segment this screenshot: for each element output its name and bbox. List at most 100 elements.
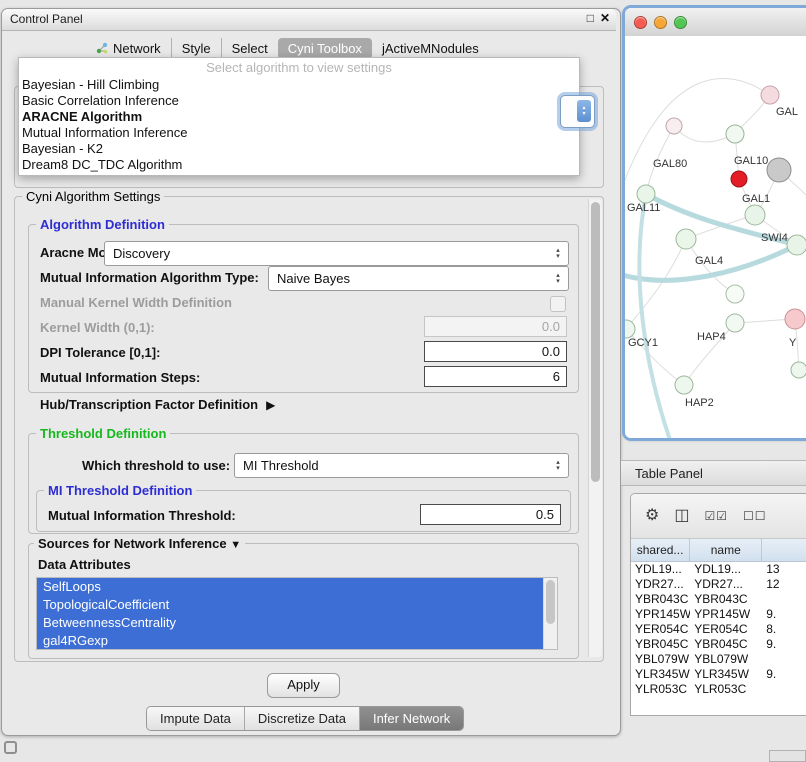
table-row[interactable]: YDR27...YDR27...12 bbox=[631, 577, 806, 592]
table-cell: YLR345W bbox=[631, 667, 690, 682]
node-label-swi4: SWI4 bbox=[761, 232, 788, 244]
network-titlebar[interactable] bbox=[625, 8, 806, 37]
mi-type-select[interactable]: Naive Bayes ▴▾ bbox=[268, 266, 569, 291]
table-cell: YLR053C bbox=[690, 682, 762, 697]
network-node[interactable] bbox=[726, 285, 744, 303]
tab-jactivemnodules[interactable]: jActiveMNodules bbox=[372, 38, 489, 59]
combo-arrows-icon: ▴▾ bbox=[550, 248, 568, 260]
triangle-down-icon: ▼ bbox=[230, 539, 241, 551]
combo-arrows-icon: ▴▾ bbox=[550, 273, 568, 285]
attribute-scrollbar-thumb[interactable] bbox=[546, 580, 555, 624]
attribute-scrollbar-track[interactable] bbox=[543, 578, 557, 649]
algorithm-option-aracne-algorithm[interactable]: ARACNE Algorithm bbox=[19, 109, 579, 125]
algorithm-option-basic-correlation-inference[interactable]: Basic Correlation Inference bbox=[19, 93, 579, 109]
network-edge bbox=[625, 78, 770, 196]
tab-network[interactable]: Network bbox=[86, 38, 171, 59]
table-cell: YDR27... bbox=[631, 577, 690, 592]
table-header-row: shared...name bbox=[631, 539, 806, 562]
network-node[interactable] bbox=[791, 362, 806, 378]
algorithm-option-bayesian-hill-climbing[interactable]: Bayesian - Hill Climbing bbox=[19, 77, 579, 93]
settings-scrollbar-track[interactable] bbox=[588, 199, 602, 657]
mi-type-value: Naive Bayes bbox=[269, 271, 550, 286]
collapsed-panel-icon[interactable] bbox=[4, 741, 17, 754]
select-all-checks-icon[interactable]: ☑☑ bbox=[704, 508, 728, 524]
table-cell: YDR27... bbox=[690, 577, 762, 592]
scrollbar-corner[interactable] bbox=[769, 750, 806, 762]
mi-steps-field[interactable] bbox=[424, 366, 567, 387]
network-node[interactable] bbox=[785, 309, 805, 329]
attribute-list-items: SelfLoopsTopologicalCoefficientBetweenne… bbox=[37, 578, 557, 650]
tab-label: Cyni Toolbox bbox=[288, 41, 362, 56]
network-edge bbox=[639, 194, 670, 438]
column-header-2[interactable]: name bbox=[690, 539, 762, 561]
algorithm-dropdown-popup: Select algorithm to view settings Bayesi… bbox=[18, 57, 580, 176]
minimize-icon[interactable]: □ bbox=[587, 11, 594, 25]
table-row[interactable]: YBR043CYBR043C bbox=[631, 592, 806, 607]
column-header-1[interactable]: shared... bbox=[631, 539, 690, 561]
bottom-tab-infer-network[interactable]: Infer Network bbox=[359, 707, 463, 730]
table-rows: YDL19...YDL19...13YDR27...YDR27...12YBR0… bbox=[631, 562, 806, 697]
show-columns-icon[interactable]: ◫ bbox=[674, 508, 689, 524]
tab-style[interactable]: Style bbox=[171, 38, 221, 59]
apply-button[interactable]: Apply bbox=[267, 673, 340, 698]
bottom-tab-impute-data[interactable]: Impute Data bbox=[147, 707, 244, 730]
network-node[interactable] bbox=[625, 320, 635, 338]
sources-toggle[interactable]: Sources for Network Inference ▼ bbox=[34, 536, 245, 551]
algorithm-option-bayesian-k2[interactable]: Bayesian - K2 bbox=[19, 141, 579, 157]
network-node[interactable] bbox=[726, 314, 744, 332]
network-node[interactable] bbox=[666, 118, 682, 134]
network-node[interactable] bbox=[787, 235, 806, 255]
triangle-right-icon: ▶ bbox=[266, 398, 275, 412]
table-row[interactable]: YBL079WYBL079W bbox=[631, 652, 806, 667]
minimize-button[interactable] bbox=[654, 16, 667, 29]
close-button[interactable] bbox=[634, 16, 647, 29]
network-node[interactable] bbox=[745, 205, 765, 225]
hub-section-toggle[interactable]: Hub/Transcription Factor Definition ▶ bbox=[40, 397, 275, 412]
bottom-tab-discretize-data[interactable]: Discretize Data bbox=[244, 707, 359, 730]
attribute-item-gal4rgexp[interactable]: gal4RGexp bbox=[37, 632, 549, 650]
mi-threshold-field[interactable] bbox=[420, 504, 561, 525]
network-node[interactable] bbox=[676, 229, 696, 249]
network-node[interactable] bbox=[767, 158, 791, 182]
table-cell bbox=[762, 652, 806, 667]
settings-scrollbar-thumb[interactable] bbox=[591, 202, 600, 482]
algorithm-popup-list: Bayesian - Hill ClimbingBasic Correlatio… bbox=[19, 77, 579, 173]
table-row[interactable]: YER054CYER054C8. bbox=[631, 622, 806, 637]
kernel-width-label: Kernel Width (0,1): bbox=[40, 320, 155, 335]
network-node[interactable] bbox=[726, 125, 744, 143]
tab-select[interactable]: Select bbox=[221, 38, 278, 59]
algorithm-combo-fragment[interactable]: ▴▾ bbox=[560, 95, 595, 128]
table-row[interactable]: YLR053CYLR053C bbox=[631, 682, 806, 697]
zoom-button[interactable] bbox=[674, 16, 687, 29]
which-threshold-value: MI Threshold bbox=[235, 458, 550, 473]
attribute-item-topologicalcoefficient[interactable]: TopologicalCoefficient bbox=[37, 596, 549, 614]
which-threshold-select[interactable]: MI Threshold ▴▾ bbox=[234, 453, 569, 478]
table-cell bbox=[762, 592, 806, 607]
network-canvas[interactable]: GALGAL80GAL10GAL11GAL1SWI4GAL4GCY1HAP4YH… bbox=[625, 36, 806, 438]
table-row[interactable]: YLR345WYLR345W9. bbox=[631, 667, 806, 682]
close-icon[interactable]: ✕ bbox=[600, 11, 610, 25]
column-header-3[interactable] bbox=[762, 539, 806, 561]
network-tab-icon bbox=[96, 42, 108, 54]
table-row[interactable]: YBR045CYBR045C9. bbox=[631, 637, 806, 652]
settings-gear-icon[interactable]: ⚙ bbox=[645, 508, 659, 524]
network-node[interactable] bbox=[731, 171, 747, 187]
table-toolbar: ⚙ ◫ ☑☑ ☐☐ bbox=[631, 494, 806, 539]
node-label-gcy1: GCY1 bbox=[628, 337, 658, 349]
table-cell: YBL079W bbox=[690, 652, 762, 667]
attribute-item-selfloops[interactable]: SelfLoops bbox=[37, 578, 549, 596]
dpi-tolerance-field[interactable] bbox=[424, 341, 567, 362]
algorithm-option-dream8-dc-tdc-algorithm[interactable]: Dream8 DC_TDC Algorithm bbox=[19, 157, 579, 173]
aracne-mode-select[interactable]: Discovery ▴▾ bbox=[104, 241, 569, 266]
control-panel-titlebar[interactable] bbox=[2, 9, 616, 31]
table-row[interactable]: YDL19...YDL19...13 bbox=[631, 562, 806, 577]
network-node[interactable] bbox=[761, 86, 779, 104]
table-row[interactable]: YPR145WYPR145W9. bbox=[631, 607, 806, 622]
deselect-all-checks-icon[interactable]: ☐☐ bbox=[743, 508, 767, 524]
network-node[interactable] bbox=[637, 185, 655, 203]
table-cell: YBR043C bbox=[631, 592, 690, 607]
network-node[interactable] bbox=[675, 376, 693, 394]
tab-cyni-toolbox[interactable]: Cyni Toolbox bbox=[278, 38, 372, 59]
attribute-item-betweennesscentrality[interactable]: BetweennessCentrality bbox=[37, 614, 549, 632]
algorithm-option-mutual-information-inference[interactable]: Mutual Information Inference bbox=[19, 125, 579, 141]
